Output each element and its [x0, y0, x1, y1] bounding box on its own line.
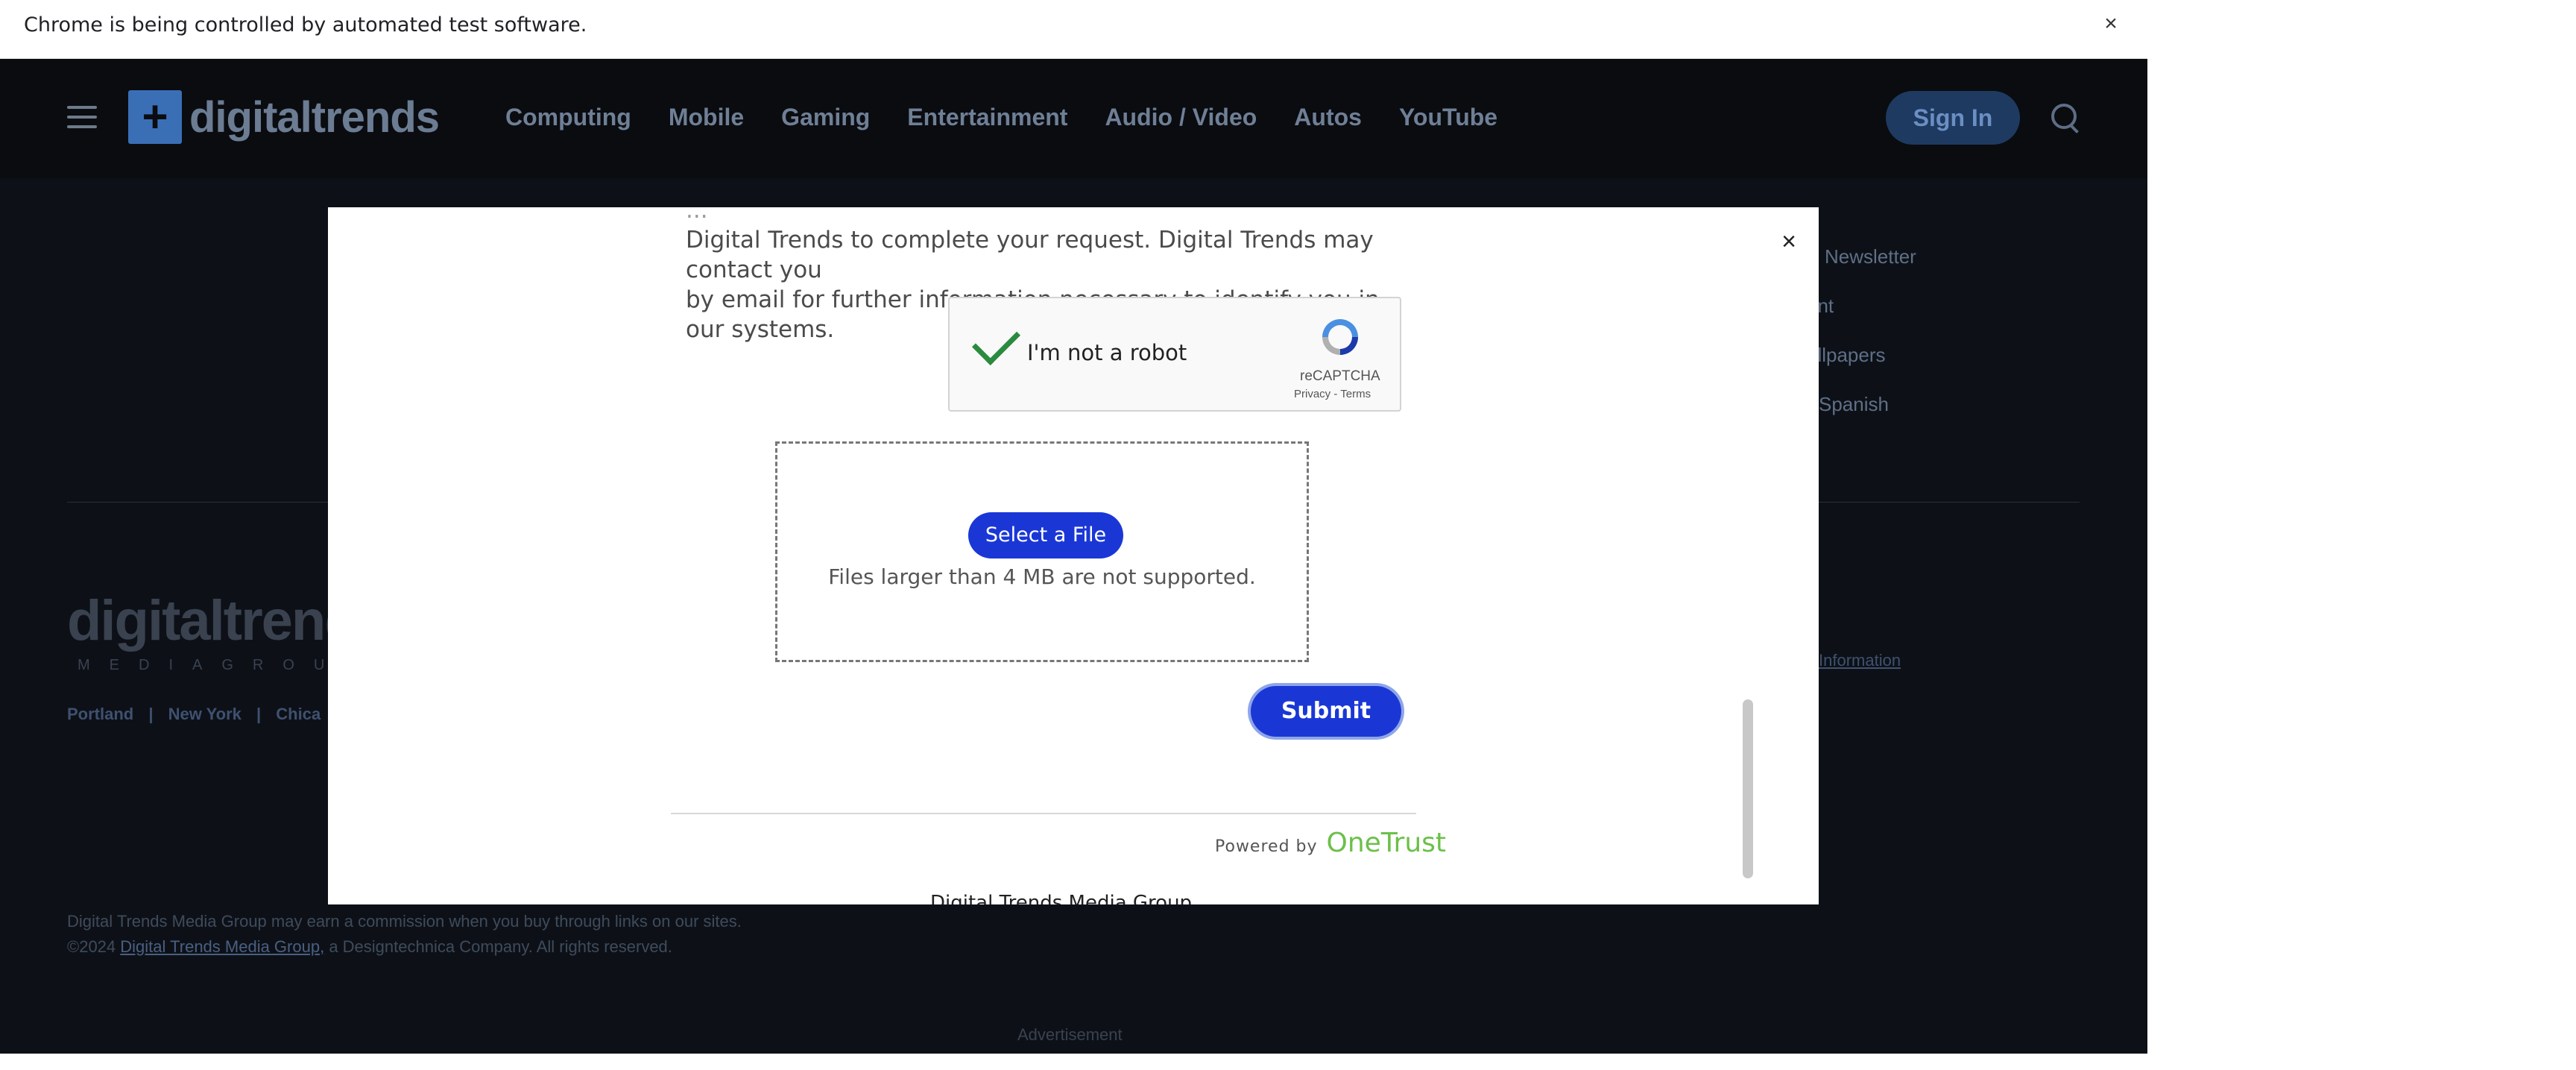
select-file-button[interactable]: Select a File: [968, 512, 1123, 558]
notice-line-1: Digital Trends to complete your request.…: [686, 227, 1374, 283]
file-size-note: Files larger than 4 MB are not supported…: [828, 564, 1256, 589]
nav-item-audio-video[interactable]: Audio / Video: [1105, 104, 1257, 131]
site-logo[interactable]: + digitaltrends: [128, 90, 440, 144]
infobar-close-icon[interactable]: ×: [2099, 12, 2123, 36]
privacy-information-link[interactable]: Information: [1819, 651, 1901, 670]
recaptcha-widget[interactable]: I'm not a robot reCAPTCHA Privacy - Term…: [948, 297, 1401, 412]
submit-button[interactable]: Submit: [1251, 686, 1401, 737]
legal-text: Digital Trends Media Group may earn a co…: [67, 909, 742, 960]
footer-logo-subtitle: MEDIAGROU: [78, 657, 344, 673]
recaptcha-terms-link[interactable]: Privacy - Terms: [1294, 388, 1371, 400]
sign-in-button[interactable]: Sign In: [1886, 91, 2020, 145]
powered-by-label: Powered by: [1215, 837, 1318, 856]
recaptcha-logo-icon: [1322, 319, 1358, 355]
nav-item-entertainment[interactable]: Entertainment: [907, 104, 1067, 131]
logo-mark-icon: +: [128, 90, 182, 144]
legal-suffix: a Designtechnica Company. All rights res…: [329, 937, 672, 956]
modal-close-icon[interactable]: ×: [1775, 228, 1802, 255]
site-header: + digitaltrends Computing Mobile Gaming …: [0, 59, 2147, 178]
modal-scrollbar[interactable]: [1743, 699, 1753, 878]
recaptcha-checkmark-icon[interactable]: [971, 316, 1021, 366]
footer-cities: Portland | New York | Chica: [67, 705, 331, 724]
notice-line-0: ...: [686, 207, 708, 224]
recaptcha-brand: reCAPTCHA: [1300, 368, 1380, 384]
legal-line-1: Digital Trends Media Group may earn a co…: [67, 912, 742, 931]
nav-item-computing[interactable]: Computing: [505, 104, 631, 131]
legal-line-2: ©2024 Digital Trends Media Group, a Desi…: [67, 934, 742, 960]
city-separator: |: [256, 705, 262, 723]
onetrust-logo[interactable]: OneTrust: [1327, 828, 1447, 858]
city-separator: |: [148, 705, 154, 723]
legal-company-link[interactable]: Digital Trends Media Group,: [120, 937, 324, 956]
automation-infobar: Chrome is being controlled by automated …: [0, 0, 2147, 59]
file-dropzone[interactable]: Select a File Files larger than 4 MB are…: [775, 441, 1309, 662]
main-nav: Computing Mobile Gaming Entertainment Au…: [505, 104, 1497, 131]
nav-item-gaming[interactable]: Gaming: [781, 104, 870, 131]
search-icon[interactable]: [2051, 104, 2079, 133]
nav-item-youtube[interactable]: YouTube: [1399, 104, 1497, 131]
recaptcha-label: I'm not a robot: [1027, 340, 1187, 365]
footer-logo[interactable]: digitaltrend: [67, 588, 359, 653]
nav-item-mobile[interactable]: Mobile: [669, 104, 744, 131]
modal-divider: [671, 813, 1416, 814]
logo-wordmark: digitaltrends: [189, 92, 440, 142]
modal-footer-text: Digital Trends Media Group: [930, 892, 1193, 904]
city-portland[interactable]: Portland: [67, 705, 133, 723]
powered-by-onetrust: Powered by OneTrust: [1215, 828, 1446, 858]
page-viewport: + digitaltrends Computing Mobile Gaming …: [0, 59, 2147, 1054]
advertisement-label: Advertisement: [1017, 1025, 1123, 1044]
city-new-york[interactable]: New York: [168, 705, 242, 723]
infobar-message: Chrome is being controlled by automated …: [24, 13, 587, 37]
legal-copyright: ©2024: [67, 937, 116, 956]
side-link-newsletter[interactable]: Newsletter: [1825, 245, 1916, 268]
city-chicago[interactable]: Chica: [276, 705, 321, 723]
nav-item-autos[interactable]: Autos: [1294, 104, 1362, 131]
menu-icon[interactable]: [67, 106, 97, 128]
side-link-spanish[interactable]: Spanish: [1819, 393, 1889, 416]
privacy-request-modal: × ... Digital Trends to complete your re…: [328, 207, 1819, 904]
